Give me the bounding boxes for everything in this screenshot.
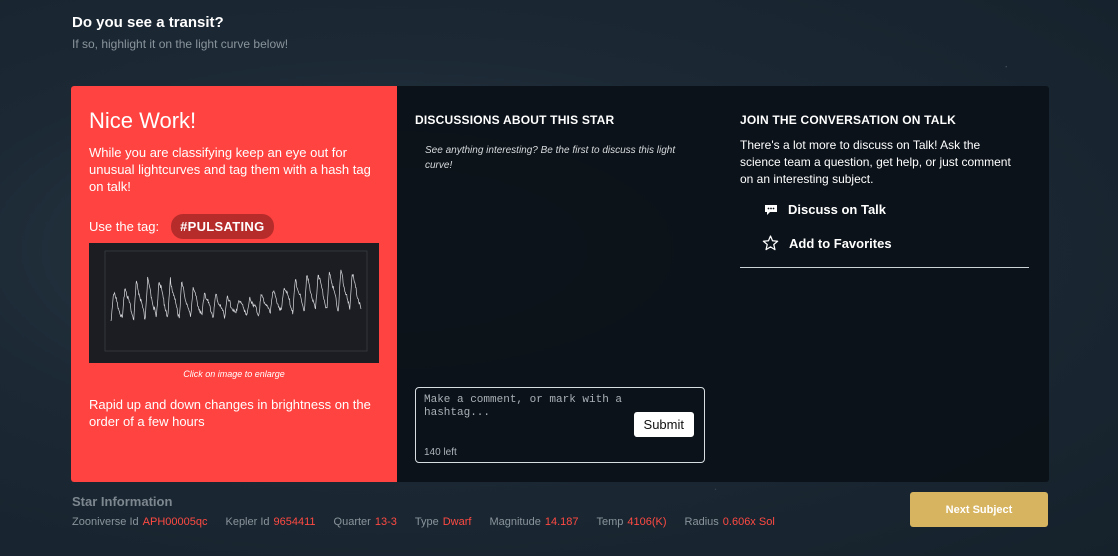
next-subject-button[interactable]: Next Subject	[910, 492, 1048, 527]
star-field-magnitude: Magnitude 14.187	[489, 516, 579, 528]
image-caption: Click on image to enlarge	[183, 369, 285, 379]
star-outline-icon	[762, 235, 779, 251]
star-info-fields: Zooniverse Id APH00005qc Kepler Id 9654411…	[72, 516, 775, 528]
star-field-zooniverse-id: Zooniverse Id APH00005qc	[72, 516, 208, 528]
classify-description: While you are classifying keep an eye ou…	[89, 145, 371, 194]
star-field-quarter: Quarter 13-3	[333, 516, 397, 528]
discuss-on-talk-link[interactable]: Discuss on Talk	[740, 202, 1012, 217]
comment-input[interactable]	[424, 394, 629, 428]
star-field-radius: Radius 0.606x Sol	[684, 516, 775, 528]
page-header: Do you see a transit? If so, highlight i…	[72, 14, 288, 51]
light-curve-thumbnail[interactable]	[89, 243, 379, 363]
variability-summary: Rapid up and down changes in brightness …	[89, 397, 371, 429]
star-information: Star Information Zooniverse Id APH00005qc…	[72, 494, 775, 528]
join-divider	[740, 267, 1029, 268]
nice-work-heading: Nice Work!	[89, 108, 197, 133]
nice-work-card: Nice Work! While you are classifying kee…	[71, 86, 397, 482]
discuss-on-talk-label: Discuss on Talk	[788, 202, 887, 217]
star-field-kepler-id: Kepler Id 9654411	[225, 516, 316, 528]
join-heading: JOIN THE CONVERSATION ON TALK	[740, 113, 957, 127]
star-info-heading: Star Information	[72, 494, 173, 509]
join-description: There's a lot more to discuss on Talk! A…	[740, 138, 1011, 186]
discussions-empty-text: See anything interesting? Be the first t…	[425, 145, 676, 171]
star-field-type: Type Dwarf	[414, 516, 472, 528]
use-tag-label: Use the tag:	[89, 219, 160, 234]
discussions-heading: DISCUSSIONS ABOUT THIS STAR	[415, 113, 615, 127]
characters-left: 140 left	[424, 447, 457, 458]
hashtag-badge: #PULSATING	[171, 214, 274, 239]
page-title: Do you see a transit?	[72, 14, 224, 31]
submit-button[interactable]: Submit	[633, 412, 694, 437]
discussions-section: DISCUSSIONS ABOUT THIS STAR See anything…	[415, 113, 705, 173]
chat-bubble-icon	[765, 204, 777, 215]
thumbnail-curve-line	[110, 269, 362, 322]
page-subtitle: If so, highlight it on the light curve b…	[72, 37, 289, 51]
tag-row: Use the tag: #PULSATING	[89, 214, 274, 239]
add-to-favorites-link[interactable]: Add to Favorites	[740, 235, 1012, 251]
star-field-temp: Temp 4106(K)	[596, 516, 667, 528]
add-to-favorites-label: Add to Favorites	[789, 235, 892, 251]
comment-box: Submit 140 left	[415, 387, 705, 463]
join-talk-section: JOIN THE CONVERSATION ON TALK There's a …	[740, 113, 1029, 268]
feedback-panel: Nice Work! While you are classifying kee…	[71, 86, 1049, 482]
